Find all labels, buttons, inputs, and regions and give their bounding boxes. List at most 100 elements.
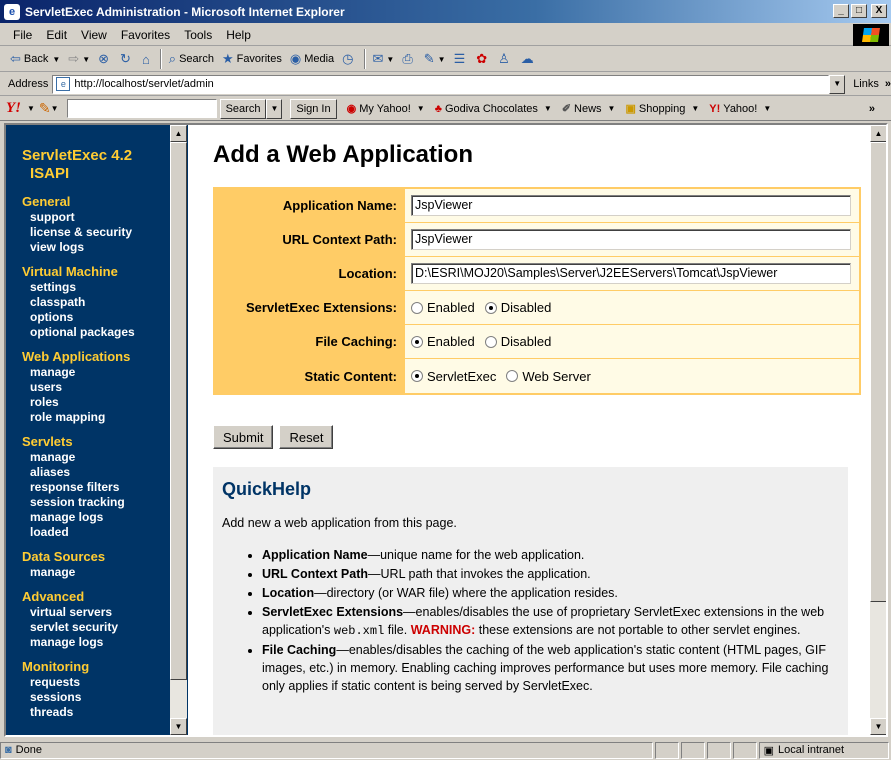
menu-favorites[interactable]: Favorites — [114, 28, 177, 42]
pencil-icon[interactable]: ✎ — [39, 100, 51, 117]
yahoo-search-dropdown[interactable]: ▼ — [266, 98, 283, 119]
back-button[interactable]: ⇦ Back ▼ — [6, 48, 64, 70]
menu-view[interactable]: View — [74, 28, 114, 42]
favorites-button[interactable]: ★ Favorites — [218, 48, 286, 70]
nav-scroll-down[interactable]: ▼ — [170, 718, 187, 735]
nav-link[interactable]: manage — [22, 365, 170, 380]
quickhelp-panel: QuickHelp Add new a web application from… — [213, 467, 848, 735]
nav-link[interactable]: session tracking — [22, 495, 170, 510]
intranet-icon: ▣ — [763, 744, 775, 757]
list-item: Application Name—unique name for the web… — [262, 546, 839, 564]
nav-link[interactable]: manage — [22, 565, 170, 580]
print-button[interactable]: ⎙ — [398, 48, 419, 70]
main-scrollbar[interactable]: ▲ ▼ — [870, 125, 886, 735]
nav-link[interactable]: settings — [22, 280, 170, 295]
yahoo-search-input[interactable] — [66, 99, 217, 118]
page-done-icon: ◙ — [5, 744, 12, 756]
stop-button[interactable]: ⊗ — [94, 48, 116, 70]
nav-link[interactable]: license & security — [22, 225, 170, 240]
sign-in-button[interactable]: Sign In — [290, 98, 337, 119]
app-name-input[interactable]: JspViewer — [411, 195, 851, 216]
nav-link[interactable]: role mapping — [22, 410, 170, 425]
menu-help[interactable]: Help — [219, 28, 258, 42]
yahoo-chevron-icon[interactable]: » — [869, 103, 875, 115]
nav-link[interactable]: loaded — [22, 525, 170, 540]
nav-link[interactable]: classpath — [22, 295, 170, 310]
links-button[interactable]: Links — [853, 78, 879, 90]
main-scroll-up[interactable]: ▲ — [870, 125, 886, 142]
minimize-button[interactable]: _ — [833, 4, 849, 18]
location-input[interactable]: D:\ESRI\MOJ20\Samples\Server\J2EEServers… — [411, 263, 851, 284]
caching-disabled-radio[interactable]: Disabled — [484, 334, 551, 349]
yahoo-logo[interactable]: Y! — [6, 100, 21, 117]
extensions-disabled-radio[interactable]: Disabled — [484, 300, 551, 315]
discuss-button[interactable]: ☰ — [450, 48, 473, 70]
url-context-input[interactable]: JspViewer — [411, 229, 851, 250]
user-button[interactable]: ♙ — [494, 48, 517, 70]
reset-button[interactable]: Reset — [279, 425, 334, 449]
quickhelp-title: QuickHelp — [222, 479, 312, 499]
nav-link[interactable]: threads — [22, 705, 170, 720]
home-icon: ⌂ — [141, 51, 150, 67]
extensions-label: ServletExec Extensions: — [215, 291, 405, 324]
nav-scroll-up[interactable]: ▲ — [170, 125, 187, 142]
refresh-button[interactable]: ↻ — [116, 48, 138, 70]
nav-link[interactable]: response filters — [22, 480, 170, 495]
yahoo-search-button[interactable]: Search — [219, 98, 267, 119]
forward-button[interactable]: ⇨ ▼ — [64, 48, 94, 70]
edit-button[interactable]: ✎ ▼ — [420, 48, 450, 70]
nav-group: General support license & security view log… — [22, 194, 170, 255]
menu-tools[interactable]: Tools — [177, 28, 219, 42]
nav-link[interactable]: sessions — [22, 690, 170, 705]
yahoo-link[interactable]: Y! Yahoo! ▼ — [709, 103, 771, 115]
extensions-enabled-radio[interactable]: Enabled — [411, 300, 475, 315]
static-content-label: Static Content: — [215, 359, 405, 393]
maximize-button[interactable]: □ — [851, 4, 867, 18]
mail-button[interactable]: ✉ ▼ — [369, 48, 399, 70]
nav-scroll-thumb[interactable] — [170, 142, 187, 680]
nav-link[interactable]: support — [22, 210, 170, 225]
static-webserver-radio[interactable]: Web Server — [506, 369, 591, 384]
search-icon: ⌕ — [168, 51, 177, 66]
godiva-link[interactable]: ♣ Godiva Chocolates ▼ — [435, 103, 552, 115]
static-servletexec-radio[interactable]: ServletExec — [411, 369, 496, 384]
messenger-button[interactable]: ✿ — [472, 48, 494, 70]
address-input[interactable]: e http://localhost/servlet/admin — [52, 74, 830, 94]
nav-scrollbar[interactable]: ▲ ▼ — [170, 125, 187, 735]
nav-link[interactable]: servlet security — [22, 620, 170, 635]
main-scroll-down[interactable]: ▼ — [870, 718, 886, 735]
nav-link[interactable]: options — [22, 310, 170, 325]
nav-link[interactable]: virtual servers — [22, 605, 170, 620]
nav-link[interactable]: manage logs — [22, 635, 170, 650]
yahoo-logo-dropdown-icon[interactable]: ▼ — [27, 104, 35, 113]
nav-link[interactable]: optional packages — [22, 325, 170, 340]
nav-link[interactable]: manage logs — [22, 510, 170, 525]
main-scroll-thumb[interactable] — [870, 142, 886, 602]
nav-link[interactable]: roles — [22, 395, 170, 410]
nav-link[interactable]: view logs — [22, 240, 170, 255]
nav-link[interactable]: manage — [22, 450, 170, 465]
my-yahoo-link[interactable]: ◉ My Yahoo! ▼ — [347, 102, 425, 116]
menu-edit[interactable]: Edit — [39, 28, 74, 42]
news-link[interactable]: ✐ News ▼ — [562, 102, 616, 116]
search-button[interactable]: ⌕ Search — [165, 48, 218, 70]
menu-file[interactable]: File — [6, 28, 39, 42]
menu-bar: File Edit View Favorites Tools Help — [0, 24, 891, 46]
address-dropdown-button[interactable]: ▼ — [829, 74, 846, 94]
chat-button[interactable]: ☁ — [517, 48, 541, 70]
media-button[interactable]: ◉ Media — [286, 48, 338, 70]
caching-enabled-radio[interactable]: Enabled — [411, 334, 475, 349]
submit-button[interactable]: Submit — [213, 425, 274, 449]
close-button[interactable]: X — [871, 4, 887, 18]
history-button[interactable]: ◷ — [338, 48, 360, 70]
nav-link[interactable]: requests — [22, 675, 170, 690]
links-chevron-icon[interactable]: » — [885, 78, 891, 90]
file-caching-label: File Caching: — [215, 325, 405, 358]
shopping-link[interactable]: ▣ Shopping ▼ — [625, 102, 699, 116]
nav-link[interactable]: aliases — [22, 465, 170, 480]
print-icon: ⎙ — [402, 51, 413, 66]
nav-link[interactable]: users — [22, 380, 170, 395]
user-icon: ♙ — [498, 51, 510, 66]
nav-section-heading: Servlets — [22, 434, 73, 449]
home-button[interactable]: ⌂ — [138, 48, 157, 70]
